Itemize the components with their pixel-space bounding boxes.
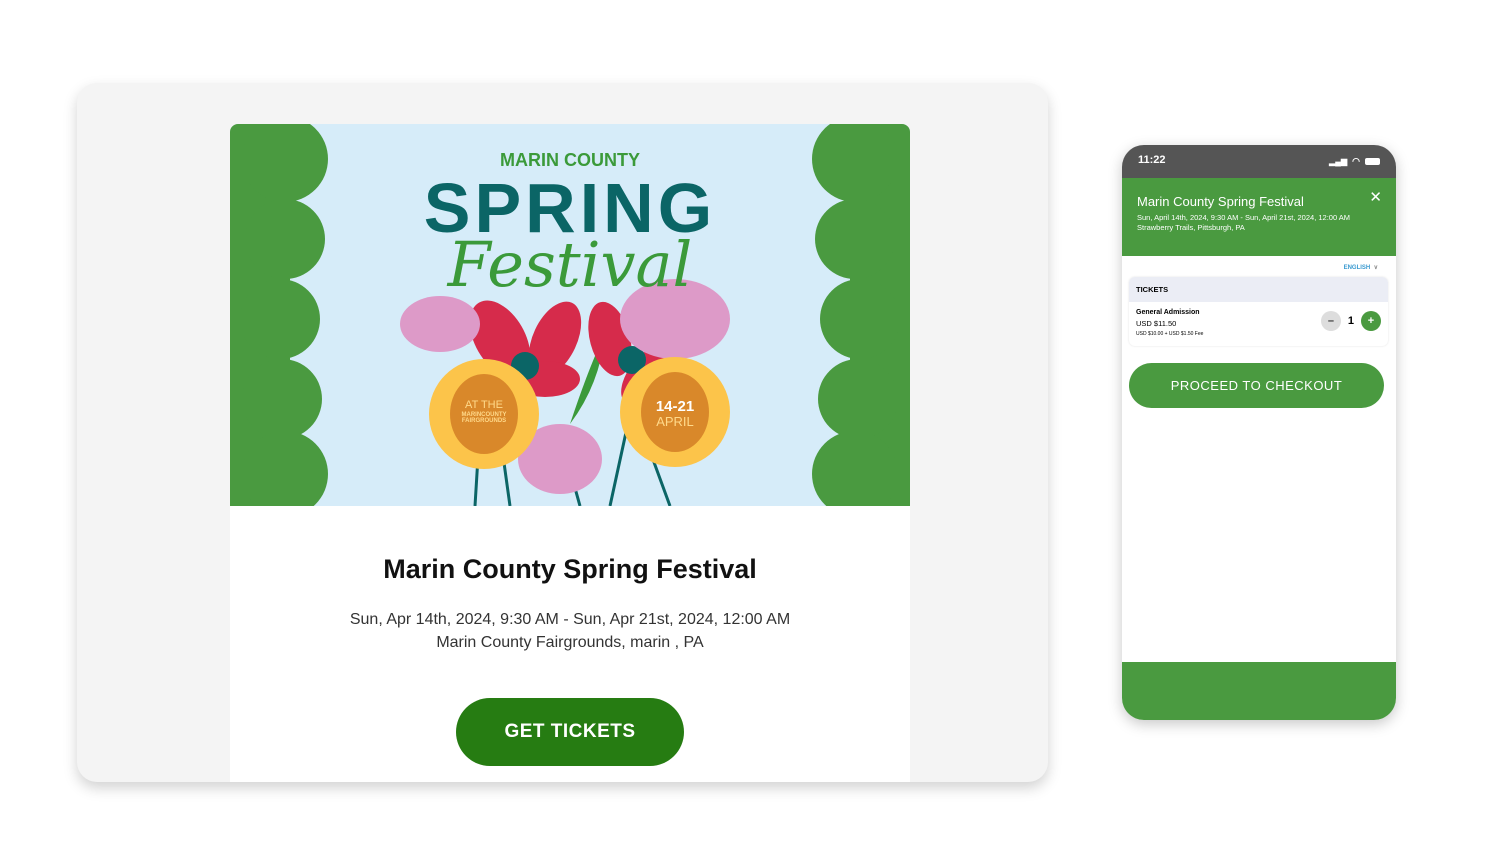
banner-venue: AT THE MARINCOUNTY FAIRGROUNDS [444,399,524,424]
proceed-to-checkout-button[interactable]: PROCEED TO CHECKOUT [1129,363,1384,408]
ticket-row: General Admission USD $11.50 USD $10.00 … [1129,302,1388,346]
event-details: Sun, Apr 14th, 2024, 9:30 AM - Sun, Apr … [230,608,910,654]
ticket-quantity: 1 [1347,315,1354,327]
banner-month: APRIL [656,413,694,429]
banner-dates: 14-21 APRIL [635,399,715,428]
festival-banner-image: MARIN COUNTY SPRING Festival AT THE MARI… [230,124,910,506]
event-title: Marin County Spring Festival [383,554,757,584]
banner-date-range: 14-21 [655,398,695,415]
event-location: Marin County Fairgrounds, marin , PA [436,634,704,651]
checkout-event-location: Strawberry Trails, Pittsburgh, PA [1137,223,1245,232]
wifi-icon: ◠ [1352,156,1360,166]
signal-icon: ▂▄▆ [1329,157,1348,166]
banner-venue-2: FAIRGROUNDS [461,417,507,424]
phone-checkout-preview: 11:22 ▂▄▆ ◠ Marin County Spring Festival… [1122,145,1396,720]
banner-festival: Festival [447,228,693,301]
language-label: ENGLISH [1343,265,1371,271]
battery-icon [1365,158,1380,165]
checkout-header: Marin County Spring Festival Sun, April … [1122,178,1396,256]
get-tickets-button[interactable]: GET TICKETS [456,698,684,766]
checkout-event-title: Marin County Spring Festival [1137,194,1304,209]
checkout-event-datetime: Sun, April 14th, 2024, 9:30 AM - Sun, Ap… [1137,213,1351,222]
status-time: 11:22 [1138,154,1166,166]
event-datetime: Sun, Apr 14th, 2024, 9:30 AM - Sun, Apr … [349,611,791,628]
tickets-panel: TICKETS General Admission USD $11.50 USD… [1129,277,1388,346]
increment-button[interactable]: + [1361,311,1381,331]
quantity-stepper: – 1 + [1320,311,1381,331]
email-content: MARIN COUNTY SPRING Festival AT THE MARI… [230,124,910,782]
tickets-heading: TICKETS [1129,277,1388,302]
chevron-down-icon: ∨ [1371,265,1378,271]
banner-at-the: AT THE [465,399,503,411]
status-icons: ▂▄▆ ◠ [1329,154,1380,169]
phone-footer [1122,662,1396,720]
close-icon[interactable]: ✕ [1369,188,1382,206]
language-select[interactable]: ENGLISH ∨ [1122,256,1396,271]
ticket-fee-breakdown: USD $10.00 + USD $1.50 Fee [1136,331,1204,337]
decrement-button[interactable]: – [1320,311,1341,331]
status-bar: 11:22 ▂▄▆ ◠ [1122,145,1396,178]
